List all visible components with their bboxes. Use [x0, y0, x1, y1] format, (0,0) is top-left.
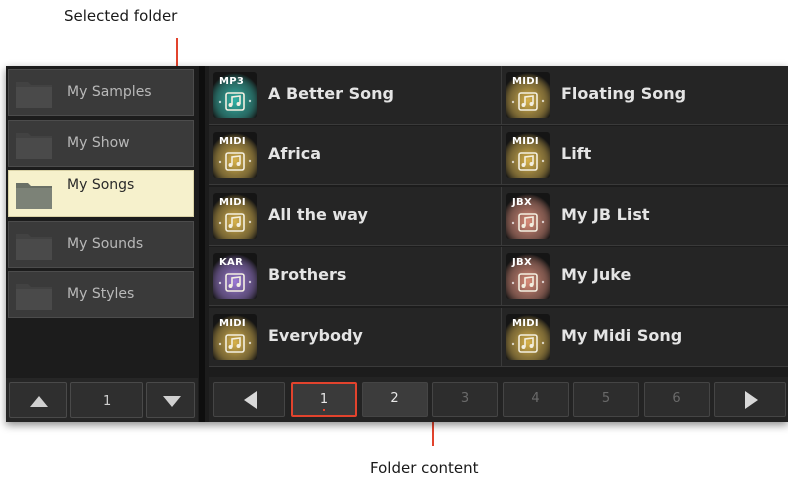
song-item[interactable]: MIDI Lift — [502, 126, 788, 186]
triangle-up-icon — [30, 396, 48, 407]
song-name: Brothers — [268, 265, 347, 285]
file-type-badge: KAR — [219, 257, 244, 269]
page-number: 4 — [531, 391, 540, 406]
song-item[interactable]: MIDI Floating Song — [502, 66, 788, 125]
next-page-button[interactable] — [714, 382, 786, 417]
song-item[interactable]: MIDI All the way — [209, 186, 502, 246]
song-name: Africa — [268, 144, 321, 164]
song-item[interactable]: JBX My JB List — [502, 186, 788, 246]
folder-label: My Songs — [67, 177, 135, 193]
folder-label: My Styles — [67, 286, 135, 302]
page-number: 2 — [390, 391, 399, 406]
folder-icon — [16, 82, 52, 108]
file-type-badge: MIDI — [219, 317, 246, 329]
song-item[interactable]: KAR Brothers — [209, 247, 502, 307]
page-button-2[interactable]: 2 — [361, 382, 428, 417]
page-number: 1 — [319, 392, 329, 407]
page-number: 3 — [460, 391, 470, 406]
song-name: A Better Song — [268, 84, 394, 103]
page-number: 5 — [601, 391, 611, 406]
folder-label: My Show — [67, 134, 130, 151]
folder-content-grid: MP3 A Better Song MIDI Floating Song MIDI Afr… — [209, 66, 788, 368]
folder-icon — [16, 233, 52, 260]
triangle-left-icon — [244, 391, 257, 409]
folder-icon — [16, 284, 52, 310]
song-name: My JB List — [561, 204, 650, 224]
file-type-badge: JBX — [512, 196, 532, 208]
file-type-badge: MIDI — [219, 136, 246, 148]
song-file-thumbnail: MIDI — [506, 72, 550, 118]
folder-icon — [16, 183, 52, 209]
song-name: All the way — [268, 204, 368, 224]
previous-page-button[interactable] — [213, 382, 285, 417]
folder-item-my-show[interactable]: My Show — [8, 119, 194, 167]
triangle-down-icon — [163, 396, 181, 407]
page-button-4[interactable]: 4 — [502, 382, 569, 417]
page-button-1[interactable]: 1 — [291, 382, 357, 417]
folder-item-my-sounds[interactable]: My Sounds — [8, 220, 194, 268]
file-type-badge: JBX — [512, 257, 532, 269]
page-button-3[interactable]: 3 — [432, 382, 498, 417]
file-type-badge: MIDI — [512, 317, 539, 329]
page-button-6[interactable]: 6 — [643, 382, 710, 417]
folder-list-nav: 1 — [6, 378, 198, 422]
folder-page-number: 1 — [103, 394, 112, 409]
triangle-right-icon — [745, 391, 758, 409]
song-name: Floating Song — [561, 84, 687, 103]
song-name: Everybody — [268, 325, 363, 345]
song-file-thumbnail: JBX — [506, 192, 550, 239]
song-name: Lift — [561, 144, 592, 164]
song-file-thumbnail: MP3 — [213, 72, 257, 118]
file-type-badge: MIDI — [219, 196, 246, 208]
file-type-badge: MIDI — [512, 136, 539, 148]
song-name: My Midi Song — [561, 325, 683, 345]
folder-list: My Samples My Show My Songs My Sounds My Sty… — [6, 66, 198, 422]
song-file-thumbnail: MIDI — [213, 132, 257, 179]
song-item[interactable]: MIDI Everybody — [209, 307, 502, 367]
folder-label: My Samples — [67, 84, 152, 100]
callout-folder-content: Folder content — [370, 459, 479, 477]
song-file-thumbnail: MIDI — [213, 192, 257, 239]
page-number: 6 — [672, 391, 681, 406]
song-item[interactable]: JBX My Juke — [502, 247, 788, 307]
page-button-5[interactable]: 5 — [573, 382, 639, 417]
folder-item-my-samples[interactable]: My Samples — [8, 69, 194, 116]
panel-divider — [199, 66, 205, 422]
pagination-bar: 1 2 3 4 5 6 — [209, 377, 788, 422]
callout-selected-folder: Selected folder — [64, 7, 178, 25]
song-item[interactable]: MP3 A Better Song — [209, 66, 502, 125]
folder-icon — [16, 132, 52, 159]
current-page-marker — [323, 409, 325, 411]
folder-scroll-up-button[interactable] — [9, 382, 67, 418]
song-name: My Juke — [561, 265, 632, 285]
song-file-thumbnail: MIDI — [506, 313, 550, 360]
file-type-badge: MIDI — [512, 76, 539, 87]
folder-label: My Sounds — [67, 235, 144, 252]
song-item[interactable]: MIDI My Midi Song — [502, 307, 788, 367]
song-file-thumbnail: KAR — [213, 253, 257, 300]
song-file-thumbnail: JBX — [506, 253, 550, 300]
folder-page-indicator: 1 — [70, 382, 143, 418]
song-file-thumbnail: MIDI — [213, 313, 257, 360]
song-file-thumbnail: MIDI — [506, 132, 550, 179]
folder-item-my-songs[interactable]: My Songs — [8, 170, 194, 217]
folder-item-my-styles[interactable]: My Styles — [8, 271, 194, 318]
song-item[interactable]: MIDI Africa — [209, 126, 502, 186]
song-browser-screen: My Samples My Show My Songs My Sounds My Sty… — [6, 66, 788, 422]
folder-scroll-down-button[interactable] — [146, 382, 195, 418]
file-type-badge: MP3 — [219, 76, 245, 87]
